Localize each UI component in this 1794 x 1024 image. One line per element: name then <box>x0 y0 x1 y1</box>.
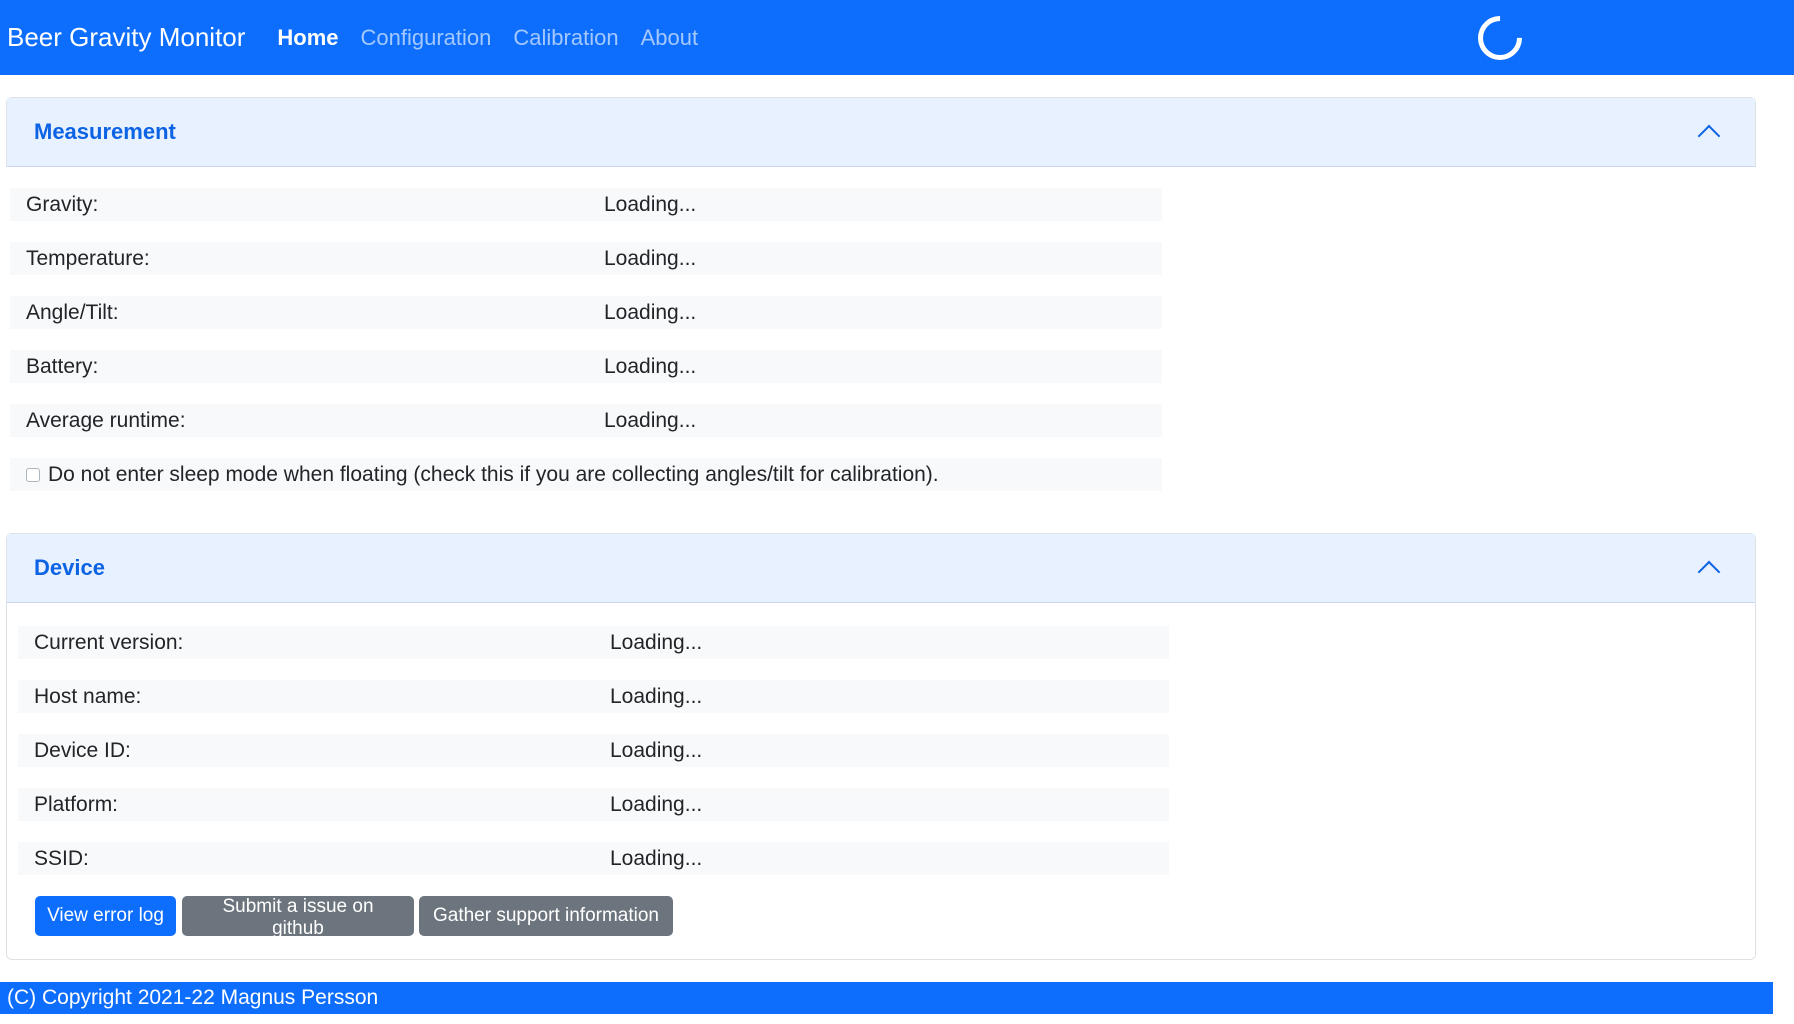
version-value: Loading... <box>610 630 703 654</box>
measurement-title: Measurement <box>34 119 176 144</box>
measurement-header[interactable]: Measurement <box>7 98 1755 167</box>
version-row: Current version: Loading... <box>18 626 1169 659</box>
nav-calibration[interactable]: Calibration <box>513 25 618 51</box>
platform-row: Platform: Loading... <box>18 788 1169 821</box>
battery-value: Loading... <box>604 354 697 378</box>
nav-about[interactable]: About <box>641 25 699 51</box>
footer: (C) Copyright 2021-22 Magnus Persson <box>0 982 1773 1014</box>
gravity-value: Loading... <box>604 192 697 216</box>
navbar: Beer Gravity Monitor Home Configuration … <box>0 0 1794 75</box>
ssid-row: SSID: Loading... <box>18 842 1169 875</box>
gather-support-info-button[interactable]: Gather support information <box>419 896 673 936</box>
device-id-label: Device ID: <box>34 738 131 762</box>
submit-github-issue-button[interactable]: Submit a issue on github <box>182 896 414 939</box>
device-id-row: Device ID: Loading... <box>18 734 1169 767</box>
platform-label: Platform: <box>34 792 119 816</box>
brand[interactable]: Beer Gravity Monitor <box>7 22 245 53</box>
runtime-label: Average runtime: <box>26 408 186 432</box>
nav-links: Home Configuration Calibration About <box>277 25 720 51</box>
angle-label: Angle/Tilt: <box>26 300 119 324</box>
measurement-card: Measurement <box>6 97 1756 167</box>
gravity-row: Gravity: Loading... <box>10 188 1162 221</box>
version-label: Current version: <box>34 630 184 654</box>
nav-home[interactable]: Home <box>277 25 338 51</box>
device-header[interactable]: Device <box>7 534 1755 603</box>
chevron-up-icon <box>1697 560 1721 584</box>
device-title: Device <box>34 555 105 580</box>
ssid-label: SSID: <box>34 846 89 870</box>
hostname-row: Host name: Loading... <box>18 680 1169 713</box>
hostname-label: Host name: <box>34 684 142 708</box>
runtime-row: Average runtime: Loading... <box>10 404 1162 437</box>
hostname-value: Loading... <box>610 684 703 708</box>
ssid-value: Loading... <box>610 846 703 870</box>
angle-value: Loading... <box>604 300 697 324</box>
battery-row: Battery: Loading... <box>10 350 1162 383</box>
nav-configuration[interactable]: Configuration <box>361 25 492 51</box>
device-id-value: Loading... <box>610 738 703 762</box>
temperature-value: Loading... <box>604 246 697 270</box>
sleep-mode-checkbox[interactable] <box>26 467 40 482</box>
runtime-value: Loading... <box>604 408 697 432</box>
chevron-up-icon <box>1697 124 1721 148</box>
temperature-row: Temperature: Loading... <box>10 242 1162 275</box>
view-error-log-button[interactable]: View error log <box>35 896 176 936</box>
temperature-label: Temperature: <box>26 246 150 270</box>
sleep-mode-row: Do not enter sleep mode when floating (c… <box>10 458 1162 491</box>
copyright-text: (C) Copyright 2021-22 Magnus Persson <box>7 986 379 1009</box>
angle-row: Angle/Tilt: Loading... <box>10 296 1162 329</box>
sleep-mode-label[interactable]: Do not enter sleep mode when floating (c… <box>48 463 939 487</box>
gravity-label: Gravity: <box>26 192 99 216</box>
loading-spinner-icon <box>1468 6 1532 70</box>
battery-label: Battery: <box>26 354 99 378</box>
platform-value: Loading... <box>610 792 703 816</box>
